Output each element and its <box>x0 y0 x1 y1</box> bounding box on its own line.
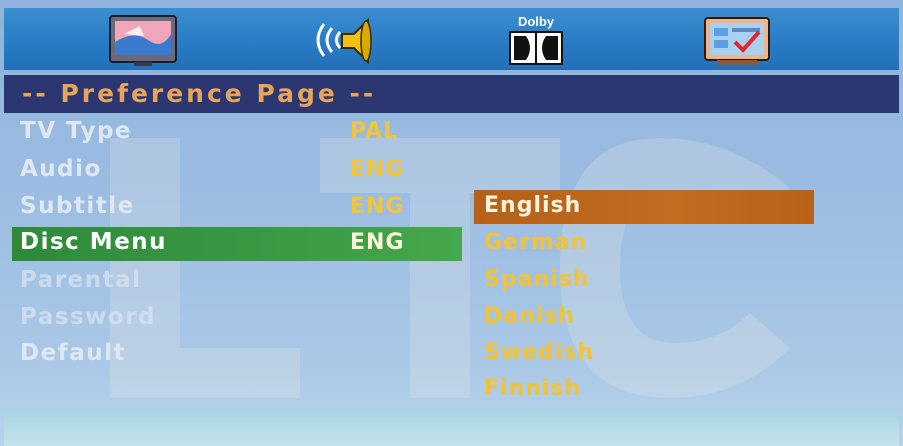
menu-item-password[interactable]: Password <box>12 302 462 336</box>
audio-speaker-icon[interactable] <box>302 12 382 68</box>
menu-item-label: Audio <box>20 156 102 182</box>
option-label: German <box>484 230 588 255</box>
menu-item-default[interactable]: Default <box>12 338 462 372</box>
page-title: -- Preference Page -- <box>22 79 377 108</box>
menu-item-label: TV Type <box>20 118 133 144</box>
tv-settings-icon[interactable] <box>104 12 184 68</box>
option-danish[interactable]: Danish <box>474 301 814 335</box>
page-header: -- Preference Page -- <box>4 75 899 113</box>
menu-item-audio[interactable]: Audio ENG <box>12 154 462 188</box>
option-label: Finnish <box>484 376 582 401</box>
dolby-icon[interactable]: Dolby <box>496 12 576 68</box>
osd-screen: Dolby -- Preference Page -- TV Type PAL … <box>0 0 903 446</box>
option-swedish[interactable]: Swedish <box>474 337 814 371</box>
option-german[interactable]: German <box>474 227 814 261</box>
option-label: Spanish <box>484 267 590 292</box>
menu-item-tv-type[interactable]: TV Type PAL <box>12 116 462 150</box>
preference-checklist-icon[interactable] <box>697 12 777 68</box>
menu-item-disc-menu[interactable]: Disc Menu ENG <box>12 227 462 261</box>
menu-item-label: Password <box>20 304 156 330</box>
help-strip <box>4 410 899 446</box>
menu-item-value: ENG <box>350 157 405 182</box>
menu-item-value: ENG <box>350 230 405 255</box>
dolby-label: Dolby <box>518 14 555 29</box>
menu-item-label: Parental <box>20 267 142 293</box>
menu-item-subtitle[interactable]: Subtitle ENG <box>12 191 462 225</box>
menu-item-parental[interactable]: Parental <box>12 265 462 299</box>
menu-item-label: Default <box>20 340 126 366</box>
menu-item-label: Disc Menu <box>20 229 168 255</box>
menu-item-value: PAL <box>350 119 399 144</box>
option-finnish[interactable]: Finnish <box>474 373 814 407</box>
option-label: Danish <box>484 304 576 329</box>
menu-item-label: Subtitle <box>20 193 135 219</box>
option-spanish[interactable]: Spanish <box>474 264 814 298</box>
option-label: English <box>484 193 582 218</box>
tab-icon-bar: Dolby <box>4 8 899 70</box>
option-label: Swedish <box>484 340 595 365</box>
menu-item-value: ENG <box>350 194 405 219</box>
option-english[interactable]: English <box>474 190 814 224</box>
